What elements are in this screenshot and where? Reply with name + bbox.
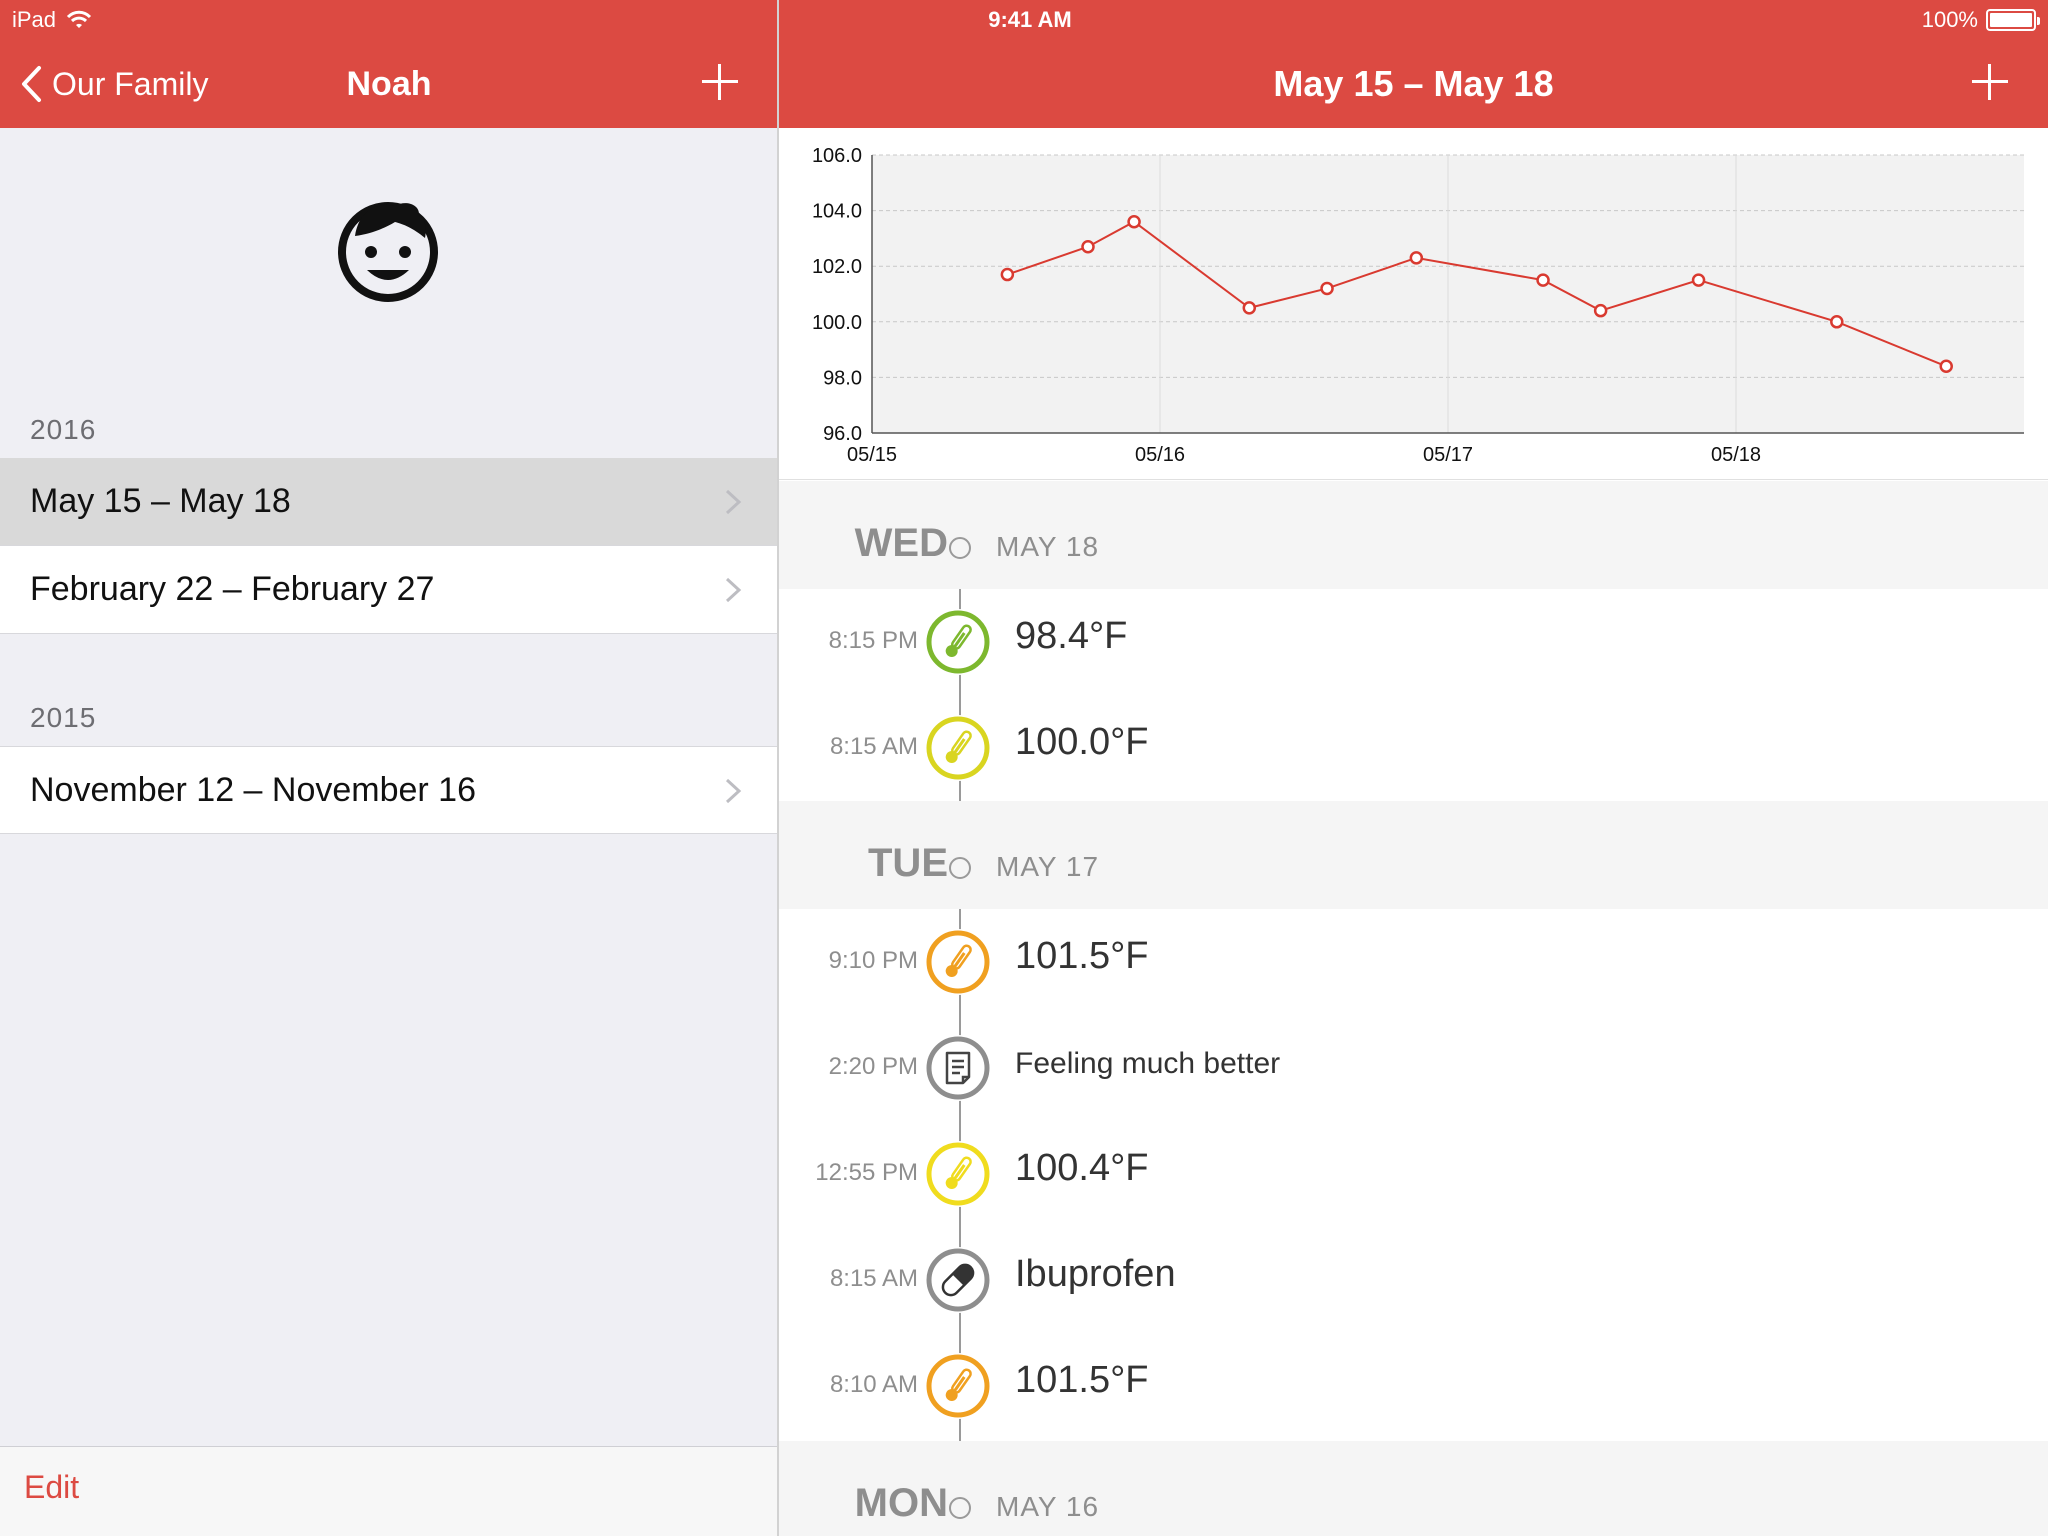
chevron-right-icon xyxy=(725,577,742,603)
y-tick-label: 106.0 xyxy=(812,145,862,167)
add-child-button[interactable] xyxy=(698,60,742,104)
episode-row-label: May 15 – May 18 xyxy=(30,482,291,520)
thermometer-icon[interactable] xyxy=(925,1353,991,1419)
entry-time: 8:15 AM xyxy=(829,733,918,760)
entry-value[interactable]: 98.4°F xyxy=(1015,615,1127,658)
timeline-entry[interactable]: 2:20 PM Feeling much better xyxy=(779,1015,2048,1121)
child-face-icon xyxy=(338,202,438,302)
entry-time: 8:10 AM xyxy=(829,1371,918,1398)
episode-row-label: February 22 – February 27 xyxy=(30,570,435,608)
chevron-right-icon xyxy=(725,778,742,804)
edit-button[interactable]: Edit xyxy=(24,1469,79,1506)
episode-row-label: November 12 – November 16 xyxy=(30,770,477,809)
episode-row[interactable]: February 22 – February 27 xyxy=(0,546,777,634)
status-carrier: iPad xyxy=(12,0,92,40)
x-tick-label: 05/18 xyxy=(1711,444,1761,466)
battery-percent: 100% xyxy=(1921,7,1978,32)
timeline-entry[interactable]: 9:10 PM 101.5°F xyxy=(779,909,2048,1015)
status-battery: 100% xyxy=(1921,0,2040,40)
x-tick-label: 05/15 xyxy=(847,444,897,466)
entry-time: 2:20 PM xyxy=(828,1053,918,1080)
day-dot xyxy=(949,1497,971,1519)
chevron-left-icon xyxy=(22,66,41,102)
episode-row[interactable]: May 15 – May 18 xyxy=(0,458,777,546)
day-dot xyxy=(949,537,971,559)
status-time: 9:41 AM xyxy=(988,7,1072,32)
x-tick-label: 05/17 xyxy=(1423,444,1473,466)
day-date: MAY 17 xyxy=(996,851,1100,882)
data-point xyxy=(1939,359,1953,374)
section-header-2015: 2015 xyxy=(30,702,97,733)
entry-value[interactable]: Feeling much better xyxy=(1015,1047,1280,1081)
entry-value[interactable]: 101.5°F xyxy=(1015,1359,1149,1402)
timeline-entry[interactable]: 8:15 AM 100.0°F xyxy=(779,695,2048,801)
entry-value[interactable]: 101.5°F xyxy=(1015,935,1149,978)
day-date: MAY 18 xyxy=(996,531,1100,562)
temperature-chart: 96.0 98.0 100.0 102.0 104.0 106.0 05/15 05/16 05… xyxy=(812,145,2024,466)
episode-list-panel: 2016 May 15 – May 18 February 22 – Febru… xyxy=(0,128,777,1536)
y-tick-label: 102.0 xyxy=(812,256,862,278)
data-point xyxy=(1409,251,1424,265)
left-nav-title: Noah xyxy=(346,65,432,103)
battery-icon xyxy=(1986,9,2040,31)
day-date: MAY 16 xyxy=(996,1491,1100,1522)
back-button-label: Our Family xyxy=(52,65,209,102)
add-entry-button[interactable] xyxy=(1968,60,2012,104)
entry-time: 8:15 AM xyxy=(829,1265,918,1292)
entry-value[interactable]: Ibuprofen xyxy=(1015,1253,1176,1296)
timeline-entry[interactable]: 8:15 PM 98.4°F xyxy=(779,589,2048,695)
episode-row[interactable]: November 12 – November 16 xyxy=(0,746,777,834)
thermometer-icon[interactable] xyxy=(925,929,991,995)
section-header-2016: 2016 xyxy=(30,414,97,445)
back-button[interactable]: Our Family xyxy=(20,58,208,110)
y-tick-label: 98.0 xyxy=(823,367,862,389)
data-point xyxy=(1081,239,1095,254)
y-tick-label: 100.0 xyxy=(812,312,862,334)
day-header: WED MAY 18 xyxy=(779,481,2048,589)
entry-time: 12:55 PM xyxy=(815,1159,918,1186)
carrier-label: iPad xyxy=(12,7,57,32)
day-name: MON xyxy=(854,1481,948,1525)
entry-value[interactable]: 100.0°F xyxy=(1015,721,1149,764)
day-name: TUE xyxy=(868,841,948,885)
data-point xyxy=(1830,315,1844,329)
timeline: WED MAY 18 8:15 PM 98.4°F 8:15 AM 100.0°… xyxy=(779,481,2048,1536)
data-point xyxy=(1593,303,1608,318)
entry-value[interactable]: 100.4°F xyxy=(1015,1147,1149,1190)
pill-icon[interactable] xyxy=(925,1247,991,1313)
entry-time: 8:15 PM xyxy=(828,627,918,654)
thermometer-icon[interactable] xyxy=(925,715,991,781)
y-tick-label: 104.0 xyxy=(812,201,862,223)
day-dot xyxy=(949,857,971,879)
temperature-chart-card: 96.0 98.0 100.0 102.0 104.0 106.0 05/15 05/16 05… xyxy=(779,128,2048,480)
wifi-icon xyxy=(66,10,92,28)
battery-fill xyxy=(1990,13,2032,27)
thermometer-icon[interactable] xyxy=(925,1141,991,1207)
left-toolbar: Edit xyxy=(0,1446,777,1536)
data-point xyxy=(1127,214,1141,229)
x-tick-label: 05/16 xyxy=(1135,444,1185,466)
thermometer-icon[interactable] xyxy=(925,609,991,675)
data-point xyxy=(1691,273,1706,287)
note-icon[interactable] xyxy=(925,1035,991,1101)
day-name: WED xyxy=(854,521,948,565)
data-point xyxy=(1000,267,1015,282)
data-point xyxy=(1536,273,1550,287)
entry-time: 9:10 PM xyxy=(828,947,918,974)
timeline-entry[interactable]: 8:10 AM 101.5°F xyxy=(779,1333,2048,1439)
header-bar: iPad 9:41 AM 100% Our Family Noah May 15… xyxy=(0,0,2048,128)
day-header: MON MAY 16 xyxy=(779,1441,2048,1536)
y-tick-label: 96.0 xyxy=(823,423,862,445)
timeline-entry[interactable]: 8:15 AM Ibuprofen xyxy=(779,1227,2048,1333)
right-nav-title: May 15 – May 18 xyxy=(1273,63,1554,104)
data-point xyxy=(1242,301,1257,315)
day-header: TUE MAY 17 xyxy=(779,801,2048,909)
data-point xyxy=(1320,281,1334,296)
chevron-right-icon xyxy=(725,489,742,515)
timeline-entry[interactable]: 12:55 PM 100.4°F xyxy=(779,1121,2048,1227)
